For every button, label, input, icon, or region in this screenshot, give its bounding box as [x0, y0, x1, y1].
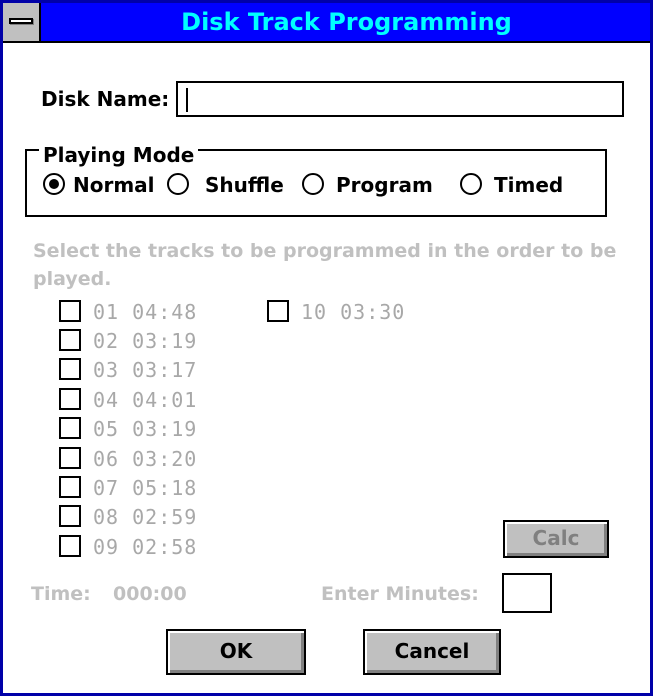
radio-normal-label: Normal [73, 173, 155, 197]
playing-mode-title: Playing Mode [39, 143, 199, 167]
radio-timed-label: Timed [494, 173, 564, 197]
track-label-09: 09 02:58 [93, 535, 198, 559]
minutes-input[interactable] [502, 573, 552, 613]
track-label-07: 07 05:18 [93, 476, 198, 500]
track-checkbox-09[interactable] [59, 535, 81, 557]
radio-program[interactable] [302, 173, 324, 195]
track-checkbox-04[interactable] [59, 388, 81, 410]
track-checkbox-01[interactable] [59, 300, 81, 322]
track-checkbox-07[interactable] [59, 476, 81, 498]
dialog-window: Disk Track Programming Disk Name: Playin… [0, 0, 653, 696]
radio-selected-dot [49, 179, 59, 189]
title-bar: Disk Track Programming [3, 3, 650, 43]
radio-timed[interactable] [460, 173, 482, 195]
track-label-05: 05 03:19 [93, 417, 198, 441]
disk-name-label: Disk Name: [41, 87, 170, 111]
time-value: 000:00 [113, 583, 187, 605]
track-checkbox-05[interactable] [59, 417, 81, 439]
track-checkbox-03[interactable] [59, 358, 81, 380]
track-label-04: 04 04:01 [93, 388, 198, 412]
radio-shuffle[interactable] [167, 173, 189, 195]
track-checkbox-08[interactable] [59, 505, 81, 527]
track-label-08: 08 02:59 [93, 505, 198, 529]
system-menu-button[interactable] [3, 3, 41, 41]
radio-normal[interactable] [43, 173, 65, 195]
time-label: Time: [31, 583, 91, 605]
system-menu-icon [9, 18, 33, 24]
radio-shuffle-label: Shuffle [205, 173, 284, 197]
track-checkbox-10[interactable] [267, 300, 289, 322]
enter-minutes-label: Enter Minutes: [321, 583, 479, 605]
text-caret [186, 88, 188, 112]
disk-name-input[interactable] [176, 81, 624, 117]
track-label-10: 10 03:30 [301, 300, 406, 324]
track-checkbox-06[interactable] [59, 447, 81, 469]
track-label-02: 02 03:19 [93, 329, 198, 353]
track-checkbox-02[interactable] [59, 329, 81, 351]
ok-button[interactable]: OK [166, 629, 306, 675]
cancel-button[interactable]: Cancel [363, 629, 501, 675]
track-label-06: 06 03:20 [93, 447, 198, 471]
window-title: Disk Track Programming [181, 8, 512, 36]
track-label-03: 03 03:17 [93, 358, 198, 382]
calc-button[interactable]: Calc [503, 520, 609, 558]
instructions-text: Select the tracks to be programmed in th… [33, 240, 617, 290]
radio-program-label: Program [336, 173, 433, 197]
track-label-01: 01 04:48 [93, 300, 198, 324]
